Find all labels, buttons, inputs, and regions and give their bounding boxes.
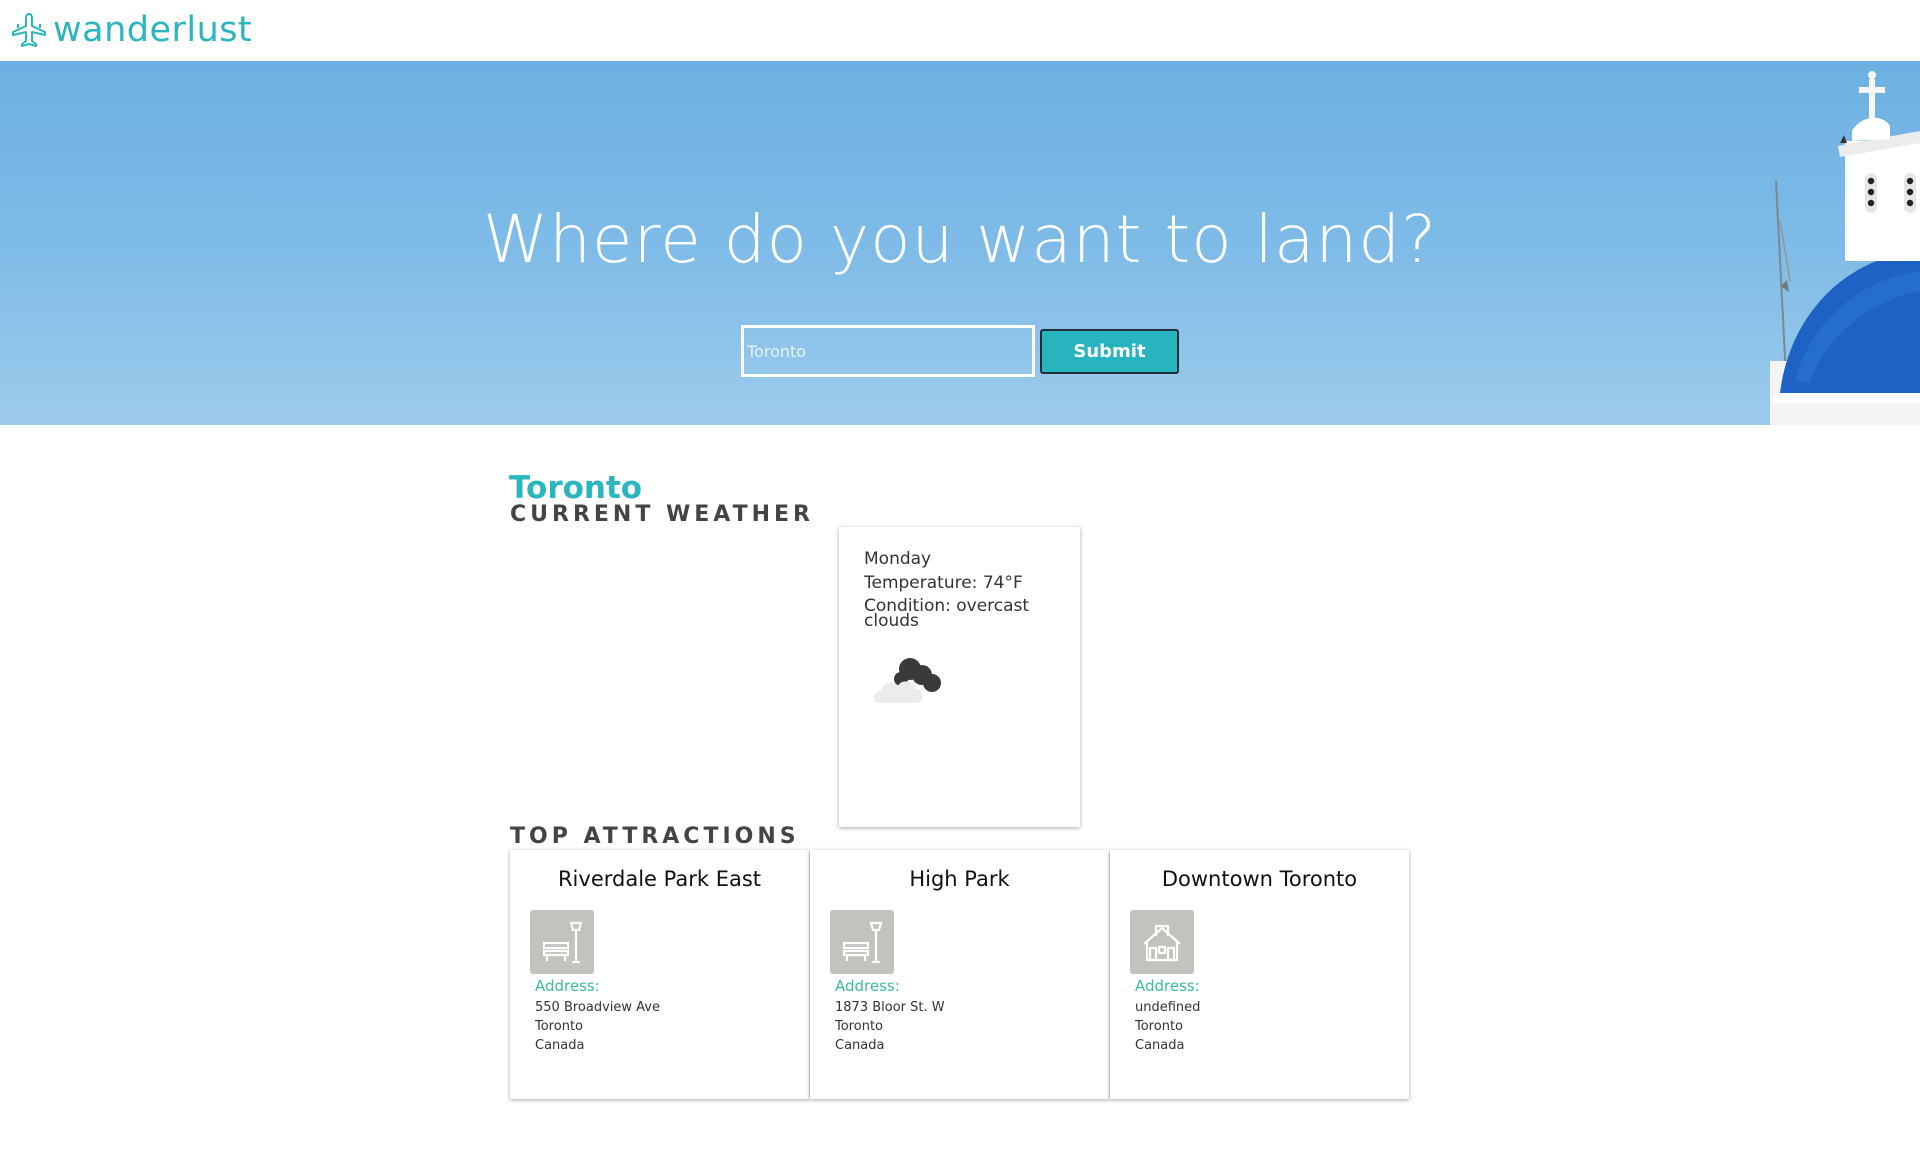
address-country: Canada bbox=[535, 1038, 585, 1053]
hero-banner: Where do you want to land? Submit bbox=[0, 61, 1920, 425]
park-bench-icon bbox=[530, 910, 594, 974]
neighborhood-house-icon bbox=[1130, 910, 1194, 974]
address-lines: 1873 Bloor St. W Toronto Canada bbox=[835, 998, 945, 1055]
attraction-card[interactable]: Riverdale Park East Address: 550 Broadvi… bbox=[510, 850, 809, 1099]
address-city: Toronto bbox=[535, 1019, 583, 1034]
address-lines: 550 Broadview Ave Toronto Canada bbox=[535, 998, 660, 1055]
weather-card: Monday Temperature: 74°F Condition: over… bbox=[839, 527, 1080, 827]
address-street: 550 Broadview Ave bbox=[535, 1000, 660, 1015]
city-search-input[interactable] bbox=[741, 325, 1035, 377]
address-city: Toronto bbox=[835, 1019, 883, 1034]
brand-name: wanderlust bbox=[53, 10, 253, 50]
logo-link[interactable]: wanderlust bbox=[9, 4, 252, 56]
weather-day: Monday bbox=[864, 549, 932, 569]
address-label: Address: bbox=[835, 977, 900, 995]
hero-title: Where do you want to land? bbox=[482, 201, 1438, 278]
address-country: Canada bbox=[1135, 1038, 1185, 1053]
address-country: Canada bbox=[835, 1038, 885, 1053]
attraction-name: High Park bbox=[909, 867, 1010, 891]
address-lines: undefined Toronto Canada bbox=[1135, 998, 1200, 1055]
top-attractions-heading: TOP ATTRACTIONS bbox=[510, 824, 800, 849]
weather-temperature: Temperature: 74°F bbox=[864, 573, 1023, 593]
search-form: Submit bbox=[741, 325, 1179, 377]
airplane-icon bbox=[12, 13, 46, 47]
submit-button[interactable]: Submit bbox=[1040, 328, 1179, 374]
address-label: Address: bbox=[1135, 977, 1200, 995]
city-name: Toronto bbox=[509, 470, 643, 506]
top-bar: wanderlust bbox=[0, 0, 1920, 61]
current-weather-heading: CURRENT WEATHER bbox=[510, 502, 814, 527]
address-label: Address: bbox=[535, 977, 600, 995]
attraction-card[interactable]: High Park Address: 1873 Bloor St. W Toro… bbox=[810, 850, 1109, 1099]
attraction-name: Riverdale Park East bbox=[557, 867, 762, 891]
park-bench-icon bbox=[830, 910, 894, 974]
attraction-card[interactable]: Downtown Toronto Address: undefined Toro… bbox=[1110, 850, 1409, 1099]
weather-condition-line2: clouds bbox=[864, 611, 919, 631]
weather-condition: Condition: overcast clouds bbox=[864, 598, 1055, 631]
attraction-name: Downtown Toronto bbox=[1161, 867, 1358, 891]
address-street: undefined bbox=[1135, 1000, 1201, 1015]
address-city: Toronto bbox=[1135, 1019, 1183, 1034]
address-street: 1873 Bloor St. W bbox=[835, 1000, 945, 1015]
overcast-clouds-icon bbox=[873, 658, 941, 703]
